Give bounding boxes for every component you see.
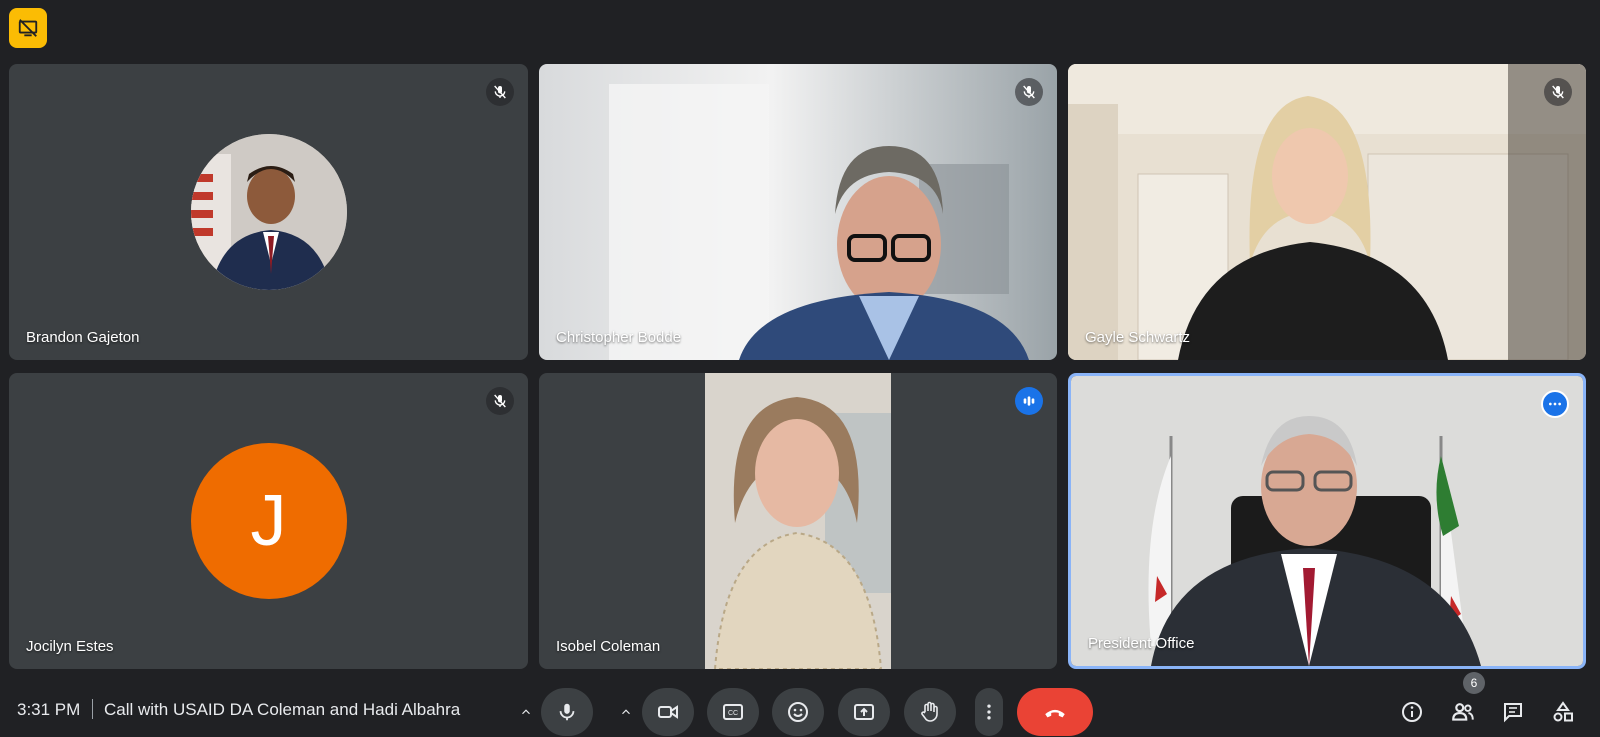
- participant-name: Brandon Gajeton: [26, 329, 140, 346]
- video-options-chevron-up-icon[interactable]: [612, 688, 640, 736]
- video-feed: [1071, 376, 1583, 666]
- divider: [92, 699, 93, 719]
- video-feed: [1068, 64, 1586, 360]
- participant-name: President Office: [1088, 635, 1195, 652]
- participant-tile-isobel[interactable]: Isobel Coleman: [539, 373, 1057, 669]
- microphone-button[interactable]: [541, 688, 593, 736]
- screen-share-off-icon[interactable]: [9, 8, 47, 48]
- raise-hand-button[interactable]: [904, 688, 956, 736]
- people-count-badge: 6: [1463, 672, 1485, 694]
- meeting-details-button[interactable]: [1392, 692, 1432, 732]
- captions-button[interactable]: CC: [707, 688, 759, 736]
- leave-call-button[interactable]: [1017, 688, 1093, 736]
- participant-tile-brandon[interactable]: Brandon Gajeton: [9, 64, 528, 360]
- participant-name: Jocilyn Estes: [26, 638, 114, 655]
- audio-options-chevron-up-icon[interactable]: [512, 688, 540, 736]
- meeting-time: 3:31 PM: [17, 700, 81, 719]
- more-options-button[interactable]: [975, 688, 1003, 736]
- mic-off-icon: [486, 78, 514, 106]
- participant-name: Isobel Coleman: [556, 638, 661, 655]
- meeting-title: Call with USAID DA Coleman and Hadi Alba…: [104, 700, 461, 719]
- emoji-reactions-button[interactable]: [772, 688, 824, 736]
- video-feed: [705, 373, 891, 669]
- activities-button[interactable]: [1543, 692, 1583, 732]
- mic-off-icon: [486, 387, 514, 415]
- avatar: J: [190, 443, 347, 599]
- more-options-icon[interactable]: [1541, 390, 1569, 418]
- participant-tile-christopher[interactable]: Christopher Bodde: [539, 64, 1057, 360]
- chat-button[interactable]: [1493, 692, 1533, 732]
- camera-button[interactable]: [642, 688, 694, 736]
- mic-off-icon: [1544, 78, 1572, 106]
- present-screen-button[interactable]: [838, 688, 890, 736]
- participant-tile-jocilyn[interactable]: J Jocilyn Estes: [9, 373, 528, 669]
- avatar: [190, 134, 347, 290]
- participant-tile-president-office[interactable]: President Office: [1068, 373, 1586, 669]
- audio-level-icon: [1015, 387, 1043, 415]
- people-button[interactable]: [1443, 692, 1483, 732]
- mic-off-icon: [1015, 78, 1043, 106]
- video-feed: [539, 64, 1057, 360]
- bottom-toolbar: 3:31 PM Call with USAID DA Coleman and H…: [0, 672, 1600, 737]
- participant-name: Gayle Schwartz: [1085, 329, 1191, 346]
- svg-text:CC: CC: [728, 710, 738, 717]
- participant-name: Christopher Bodde: [556, 329, 682, 346]
- participant-tile-gayle[interactable]: Gayle Schwartz: [1068, 64, 1586, 360]
